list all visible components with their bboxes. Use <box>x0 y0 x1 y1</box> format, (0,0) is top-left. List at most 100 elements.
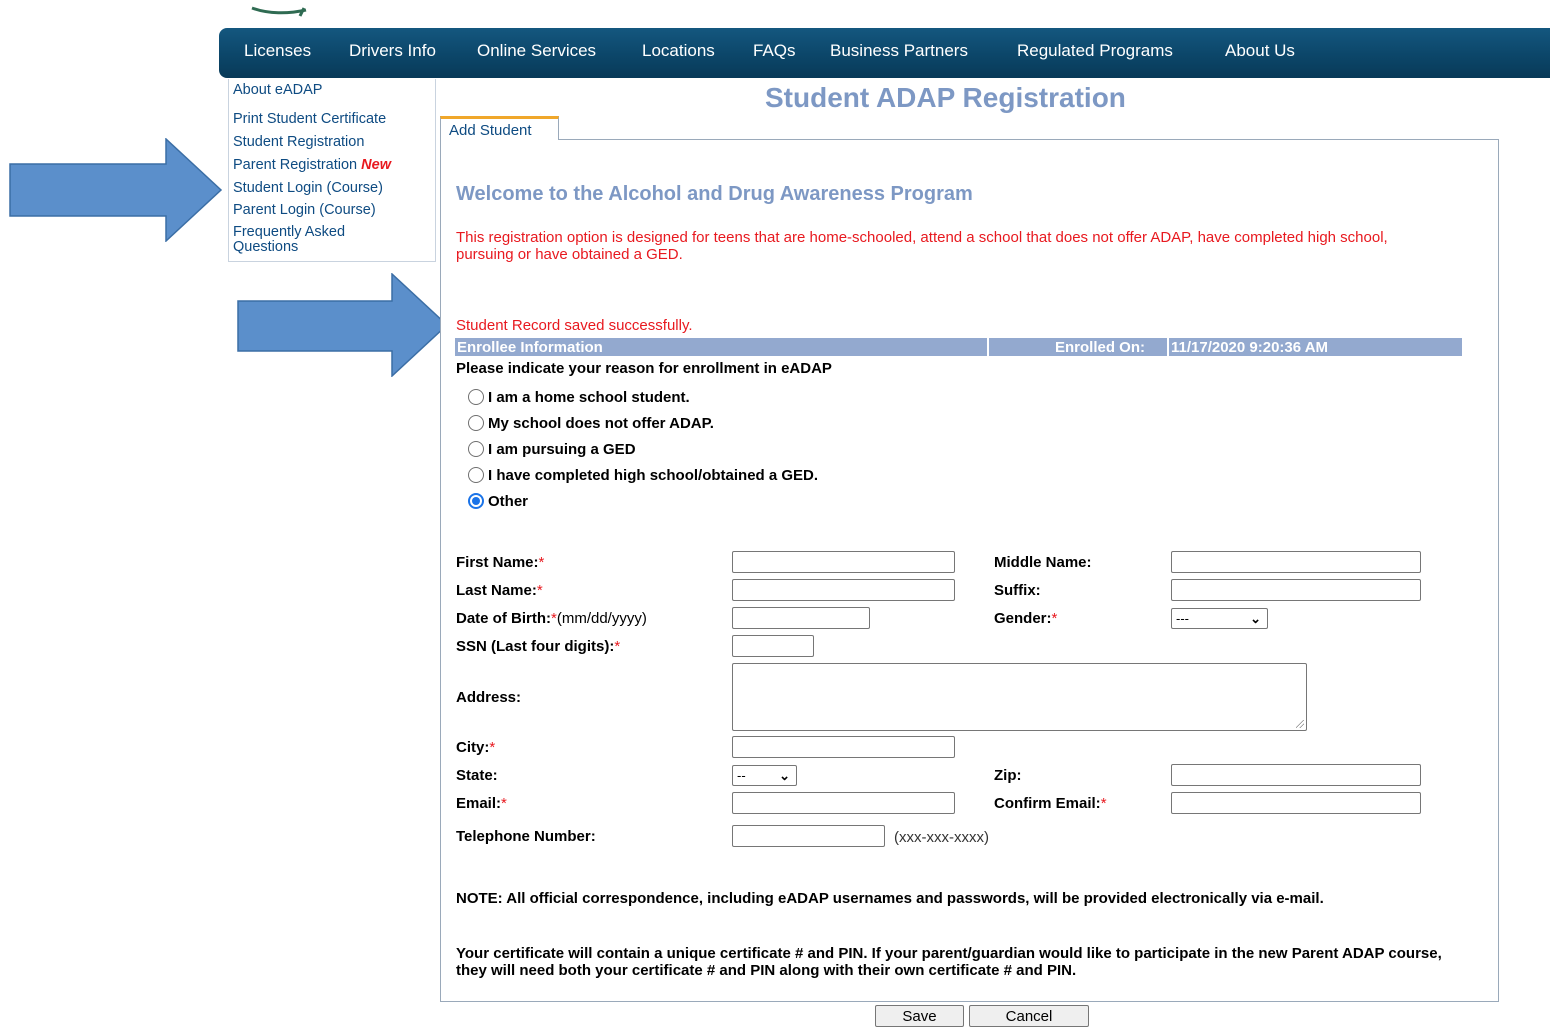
reason-option-ged[interactable]: I am pursuing a GED <box>468 441 636 458</box>
page-title: Student ADAP Registration <box>765 82 1126 113</box>
required-mark: * <box>501 795 507 812</box>
gender-select[interactable]: --- ⌄ <box>1171 608 1268 629</box>
email-label: Email:* <box>456 795 507 812</box>
nav-faqs[interactable]: FAQs <box>753 41 796 61</box>
sidebar-item-student-login[interactable]: Student Login (Course) <box>233 181 383 196</box>
required-mark: * <box>538 554 545 571</box>
zip-input[interactable] <box>1171 764 1421 786</box>
state-select[interactable]: -- ⌄ <box>732 765 797 786</box>
sidebar-item-print-certificate[interactable]: Print Student Certificate <box>233 112 386 127</box>
city-label: City:* <box>456 739 495 756</box>
phone-format-hint: (xxx-xxx-xxxx) <box>894 829 989 846</box>
dob-hint: (mm/dd/yyyy) <box>556 610 647 627</box>
reason-prompt: Please indicate your reason for enrollme… <box>456 360 832 377</box>
reason-label: I have completed high school/obtained a … <box>488 467 819 484</box>
phone-input[interactable] <box>732 825 885 847</box>
enrolled-on-label: Enrolled On: <box>1055 339 1145 356</box>
city-input[interactable] <box>732 736 955 758</box>
nav-licenses[interactable]: Licenses <box>244 41 311 61</box>
reason-option-other[interactable]: Other <box>468 493 528 510</box>
note-certificate: Your certificate will contain a unique c… <box>456 945 1442 979</box>
address-label: Address: <box>456 689 522 706</box>
sidebar-item-parent-login[interactable]: Parent Login (Course) <box>233 203 376 218</box>
state-label: State: <box>456 767 498 784</box>
state-selected-value: -- <box>737 768 746 783</box>
tab-add-student[interactable]: Add Student <box>440 116 559 140</box>
enrollee-section-label: Enrollee Information <box>457 339 603 356</box>
main-navbar: Licenses Drivers Info Online Services Lo… <box>219 28 1550 78</box>
radio-icon-selected[interactable] <box>468 493 484 509</box>
reason-option-no-adap[interactable]: My school does not offer ADAP. <box>468 415 714 432</box>
sidebar-item-label: Parent Registration <box>233 157 358 173</box>
radio-icon[interactable] <box>468 441 484 457</box>
ssn-input[interactable] <box>732 635 814 657</box>
chevron-down-icon: ⌄ <box>779 768 790 783</box>
label-text: City: <box>456 739 490 756</box>
email-input[interactable] <box>732 792 955 814</box>
reason-label: My school does not offer ADAP. <box>488 415 714 432</box>
reason-label: I am a home school student. <box>488 389 690 406</box>
nav-business-partners[interactable]: Business Partners <box>830 41 968 61</box>
note-correspondence: NOTE: All official correspondence, inclu… <box>456 890 1324 907</box>
sidebar-item-faq[interactable]: Frequently Asked Questions <box>233 225 403 255</box>
label-text: Last Name: <box>456 582 537 599</box>
radio-icon[interactable] <box>468 389 484 405</box>
label-text: First Name: <box>456 554 539 571</box>
label-text: Gender: <box>994 610 1052 627</box>
ssn-label: SSN (Last four digits):* <box>456 638 620 655</box>
last-name-input[interactable] <box>732 579 955 601</box>
nav-drivers-info[interactable]: Drivers Info <box>349 41 436 61</box>
suffix-label: Suffix: <box>994 582 1041 599</box>
nav-about-us[interactable]: About Us <box>1225 41 1295 61</box>
required-mark: * <box>1051 610 1058 627</box>
radio-icon[interactable] <box>468 415 484 431</box>
phone-label: Telephone Number: <box>456 828 596 845</box>
enrolled-on-value: 11/17/2020 9:20:36 AM <box>1171 339 1329 356</box>
required-mark: * <box>489 739 496 756</box>
welcome-heading: Welcome to the Alcohol and Drug Awarenes… <box>456 183 973 205</box>
sidebar-item-parent-registration[interactable]: Parent Registration New <box>233 158 391 173</box>
reason-label: I am pursuing a GED <box>488 441 636 458</box>
required-mark: * <box>1100 795 1107 812</box>
confirm-email-label: Confirm Email:* <box>994 795 1107 812</box>
gender-label: Gender:* <box>994 610 1057 627</box>
middle-name-input[interactable] <box>1171 551 1421 573</box>
nav-online-services[interactable]: Online Services <box>477 41 596 61</box>
enrollee-info-bar: Enrollee Information Enrolled On: 11/17/… <box>455 338 1462 356</box>
nav-locations[interactable]: Locations <box>642 41 715 61</box>
label-text: Date of Birth: <box>456 610 551 627</box>
first-name-label: First Name:* <box>456 554 544 571</box>
intro-text: This registration option is designed for… <box>456 229 1388 263</box>
dob-label: Date of Birth:*(mm/dd/yyyy) <box>456 610 647 627</box>
confirm-email-input[interactable] <box>1171 792 1421 814</box>
label-text: Confirm Email: <box>994 795 1101 812</box>
resize-handle-icon[interactable] <box>1296 720 1304 728</box>
address-textarea[interactable] <box>732 663 1307 731</box>
new-badge: New <box>361 157 391 173</box>
right-arrow-icon <box>237 273 449 377</box>
first-name-input[interactable] <box>732 551 955 573</box>
success-message: Student Record saved successfully. <box>456 317 693 334</box>
gender-selected-value: --- <box>1176 611 1189 626</box>
suffix-input[interactable] <box>1171 579 1421 601</box>
nav-regulated-programs[interactable]: Regulated Programs <box>1017 41 1173 61</box>
cancel-button[interactable]: Cancel <box>969 1005 1089 1027</box>
reason-label: Other <box>488 493 529 510</box>
radio-icon[interactable] <box>468 467 484 483</box>
save-button[interactable]: Save <box>875 1005 964 1027</box>
zip-label: Zip: <box>994 767 1022 784</box>
sidebar-menu: About eADAP Print Student Certificate St… <box>228 79 436 262</box>
dob-input[interactable] <box>732 607 870 629</box>
chevron-down-icon: ⌄ <box>1250 611 1261 626</box>
label-text: Email: <box>456 795 502 812</box>
last-name-label: Last Name:* <box>456 582 543 599</box>
enrolled-on-cell: 11/17/2020 9:20:36 AM <box>1167 338 1462 356</box>
sidebar-item-about-eadap[interactable]: About eADAP <box>233 83 322 98</box>
sidebar-item-student-registration[interactable]: Student Registration <box>233 135 364 150</box>
middle-name-label: Middle Name: <box>994 554 1092 571</box>
required-mark: * <box>614 638 621 655</box>
required-mark: * <box>536 582 543 599</box>
reason-option-completed[interactable]: I have completed high school/obtained a … <box>468 467 818 484</box>
reason-option-home-school[interactable]: I am a home school student. <box>468 389 690 406</box>
logo-icon <box>251 6 307 17</box>
